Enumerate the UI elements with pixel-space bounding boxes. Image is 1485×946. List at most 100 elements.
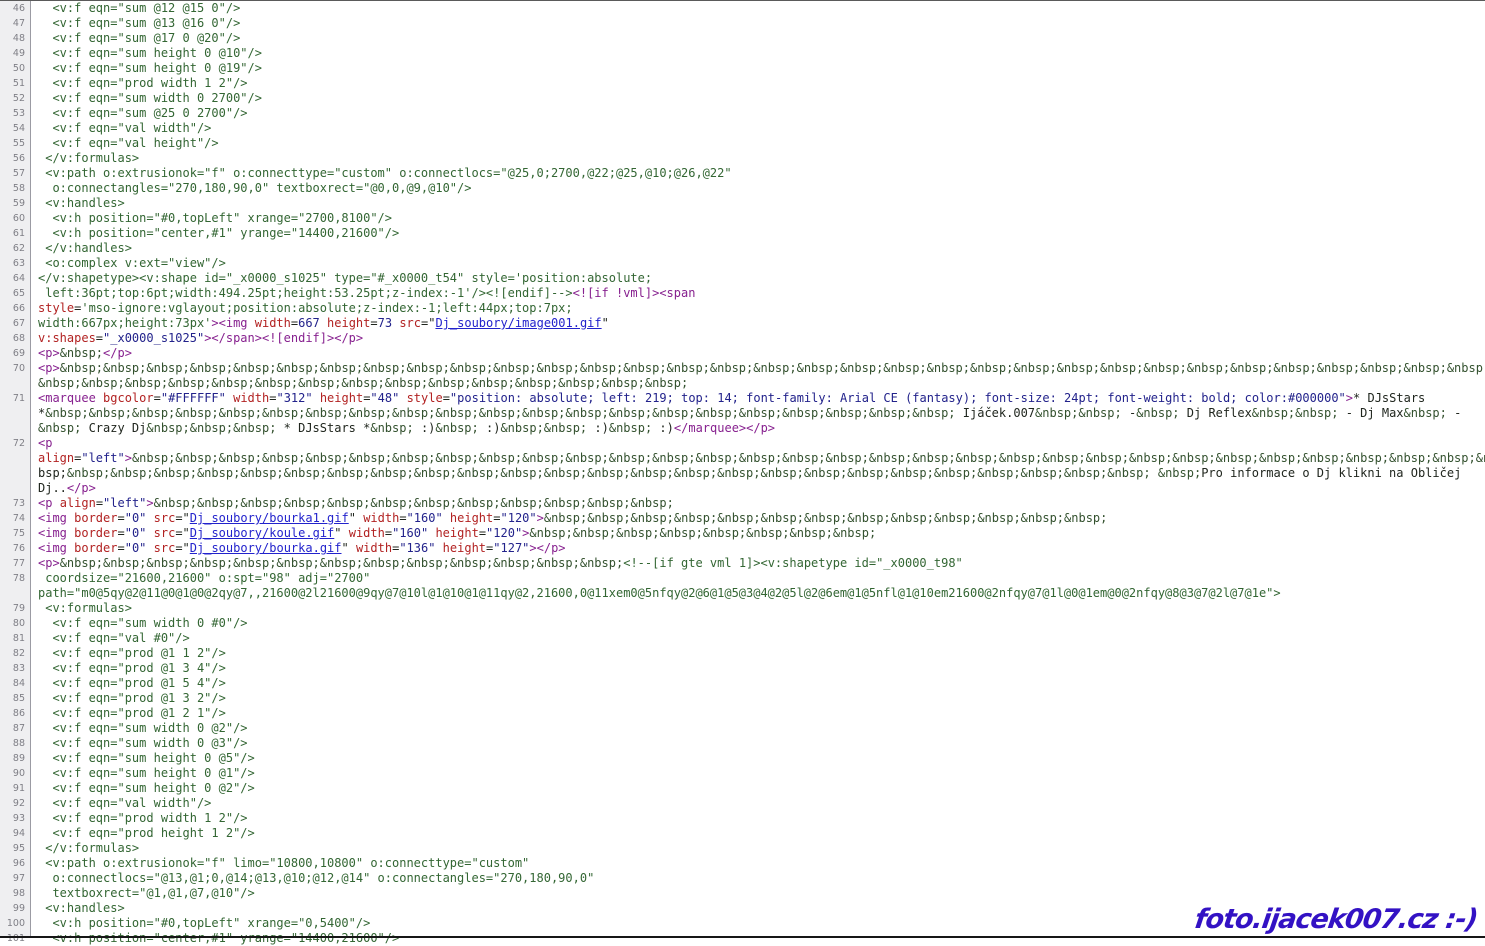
watermark: foto.ijacek007.cz :-) (1193, 904, 1479, 935)
code-segment: <v:f eqn="val height"/> (38, 136, 219, 150)
source-row: 79 <v:formulas> (0, 601, 1485, 616)
code-segment: <p (38, 436, 52, 450)
source-link[interactable]: Dj_soubory/image001.gif (435, 316, 601, 330)
line-number: 99 (0, 901, 30, 916)
source-row: &nbsp;&nbsp;&nbsp;&nbsp;&nbsp;&nbsp;&nbs… (0, 376, 1485, 391)
source-code-text: <v:handles> (30, 196, 1485, 211)
source-code-text: <v:f eqn="prod @1 2 1"/> (30, 706, 1485, 721)
entity-run: &nbsp;&nbsp;&nbsp;&nbsp;&nbsp;&nbsp;&nbs… (45, 406, 955, 420)
code-segment: <v:f eqn="sum @13 @16 0"/> (38, 16, 240, 30)
view-source-window: { "app": {"kind": "view-source", "waterm… (0, 0, 1485, 938)
code-segment: <![if !vml]><span (573, 286, 696, 300)
code-segment: " (334, 526, 348, 540)
source-row: 71<marquee bgcolor="#FFFFFF" width="312"… (0, 391, 1485, 406)
entity-run: &nbsp;&nbsp;&nbsp;&nbsp;&nbsp;&nbsp;&nbs… (67, 466, 1151, 480)
entity-run: &nbsp;&nbsp; (1035, 406, 1122, 420)
line-number: 93 (0, 811, 30, 826)
code-segment: src (154, 526, 176, 540)
code-segment: "160" (407, 511, 443, 525)
code-segment: > (1346, 391, 1353, 405)
line-number: 79 (0, 601, 30, 616)
source-link[interactable]: Dj_soubory/bourka.gif (190, 541, 342, 555)
code-segment: = (96, 496, 103, 510)
code-segment: Dj Reflex (1180, 406, 1252, 420)
source-row: 63 <o:complex v:ext="view"/> (0, 256, 1485, 271)
code-segment: > (125, 451, 132, 465)
code-segment: 667 (298, 316, 320, 330)
line-number: 67 (0, 316, 30, 331)
source-row: 72<p (0, 436, 1485, 451)
source-row: 67width:667px;height:73px'><img width=66… (0, 316, 1485, 331)
source-code-text: &nbsp;&nbsp;&nbsp;&nbsp;&nbsp;&nbsp;&nbs… (30, 376, 1485, 391)
source-row: 50 <v:f eqn="sum height 0 @19"/> (0, 61, 1485, 76)
entity-run: &nbsp;&nbsp;&nbsp;&nbsp;&nbsp;&nbsp;&nbs… (60, 556, 624, 570)
line-number (0, 466, 30, 481)
code-segment: bsp; (38, 466, 67, 480)
line-number: 47 (0, 16, 30, 31)
source-code-text: <v:f eqn="val #0"/> (30, 631, 1485, 646)
source-code-text: <v:path o:extrusionok="f" limo="10800,10… (30, 856, 1485, 871)
source-link[interactable]: Dj_soubory/bourka1.gif (190, 511, 349, 525)
line-number: 56 (0, 151, 30, 166)
source-code-text: path="m0@5qy@2@11@0@1@0@2qy@7,,21600@2l2… (30, 586, 1485, 601)
code-segment: <p (38, 496, 60, 510)
source-code-text: <v:f eqn="val width"/> (30, 796, 1485, 811)
entity-run: &nbsp;&nbsp;&nbsp;&nbsp;&nbsp;&nbsp;&nbs… (544, 511, 1108, 525)
source-row: 51 <v:f eqn="prod width 1 2"/> (0, 76, 1485, 91)
code-segment: </p> (67, 481, 96, 495)
code-segment: <o:complex v:ext="view"/> (38, 256, 226, 270)
code-segment: <v:handles> (38, 196, 125, 210)
source-code-text: <v:f eqn="sum width 0 @2"/> (30, 721, 1485, 736)
line-number: 57 (0, 166, 30, 181)
source-row: 98 textboxrect="@1,@1,@7,@10"/> (0, 886, 1485, 901)
source-code-text: <v:h position="#0,topLeft" xrange="2700,… (30, 211, 1485, 226)
code-segment: width:667px;height:73px' (38, 316, 211, 330)
code-segment: <v:f eqn="sum width 0 #0"/> (38, 616, 248, 630)
source-code-text: width:667px;height:73px'><img width=667 … (30, 316, 1485, 331)
source-code-text: textboxrect="@1,@1,@7,@10"/> (30, 886, 1485, 901)
line-number (0, 451, 30, 466)
code-segment: <marquee (38, 391, 103, 405)
source-code-text: <v:f eqn="prod @1 3 2"/> (30, 691, 1485, 706)
code-segment: Crazy Dj (81, 421, 146, 435)
code-segment: </v:formulas> (38, 841, 139, 855)
code-segment: Ijáček.007 (956, 406, 1035, 420)
source-row: 46 <v:f eqn="sum @12 @15 0"/> (0, 1, 1485, 16)
code-segment: style (38, 301, 74, 315)
code-segment (435, 541, 442, 555)
code-segment: <v:path o:extrusionok="f" o:connecttype=… (38, 166, 732, 180)
source-code-text: align="left">&nbsp;&nbsp;&nbsp;&nbsp;&nb… (30, 451, 1485, 466)
code-segment: = (117, 526, 124, 540)
line-number (0, 376, 30, 391)
code-segment: border (74, 511, 117, 525)
source-row: 82 <v:f eqn="prod @1 1 2"/> (0, 646, 1485, 661)
code-segment: "160" (392, 526, 428, 540)
code-segment: src (154, 511, 176, 525)
code-segment: <v:f eqn="sum width 0 2700"/> (38, 91, 262, 105)
source-row: 87 <v:f eqn="sum width 0 @2"/> (0, 721, 1485, 736)
source-code-text: o:connectlocs="@13,@1;0,@14;@13,@10;@12,… (30, 871, 1485, 886)
line-number: 50 (0, 61, 30, 76)
code-segment: :) (587, 421, 609, 435)
line-number: 70 (0, 361, 30, 376)
code-segment: height (435, 526, 478, 540)
line-number: 69 (0, 346, 30, 361)
source-code-text: <v:path o:extrusionok="f" o:connecttype=… (30, 166, 1485, 181)
source-row: 58 o:connectangles="270,180,90,0" textbo… (0, 181, 1485, 196)
code-segment: </v:formulas> (38, 151, 139, 165)
code-segment: <v:f eqn="sum height 0 @10"/> (38, 46, 262, 60)
line-number: 80 (0, 616, 30, 631)
source-row: 83 <v:f eqn="prod @1 3 4"/> (0, 661, 1485, 676)
code-segment: = (493, 511, 500, 525)
line-number: 95 (0, 841, 30, 856)
line-number: 94 (0, 826, 30, 841)
source-row: 84 <v:f eqn="prod @1 5 4"/> (0, 676, 1485, 691)
source-link[interactable]: Dj_soubory/koule.gif (190, 526, 335, 540)
entity-run: &nbsp;&nbsp;&nbsp;&nbsp;&nbsp;&nbsp;&nbs… (60, 361, 1485, 375)
source-row: 69<p>&nbsp;</p> (0, 346, 1485, 361)
source-code-text: <v:f eqn="val width"/> (30, 121, 1485, 136)
code-segment: width (363, 511, 399, 525)
line-number: 77 (0, 556, 30, 571)
code-segment: <v:f eqn="prod @1 3 2"/> (38, 691, 226, 705)
source-row: 61 <v:h position="center,#1" yrange="144… (0, 226, 1485, 241)
